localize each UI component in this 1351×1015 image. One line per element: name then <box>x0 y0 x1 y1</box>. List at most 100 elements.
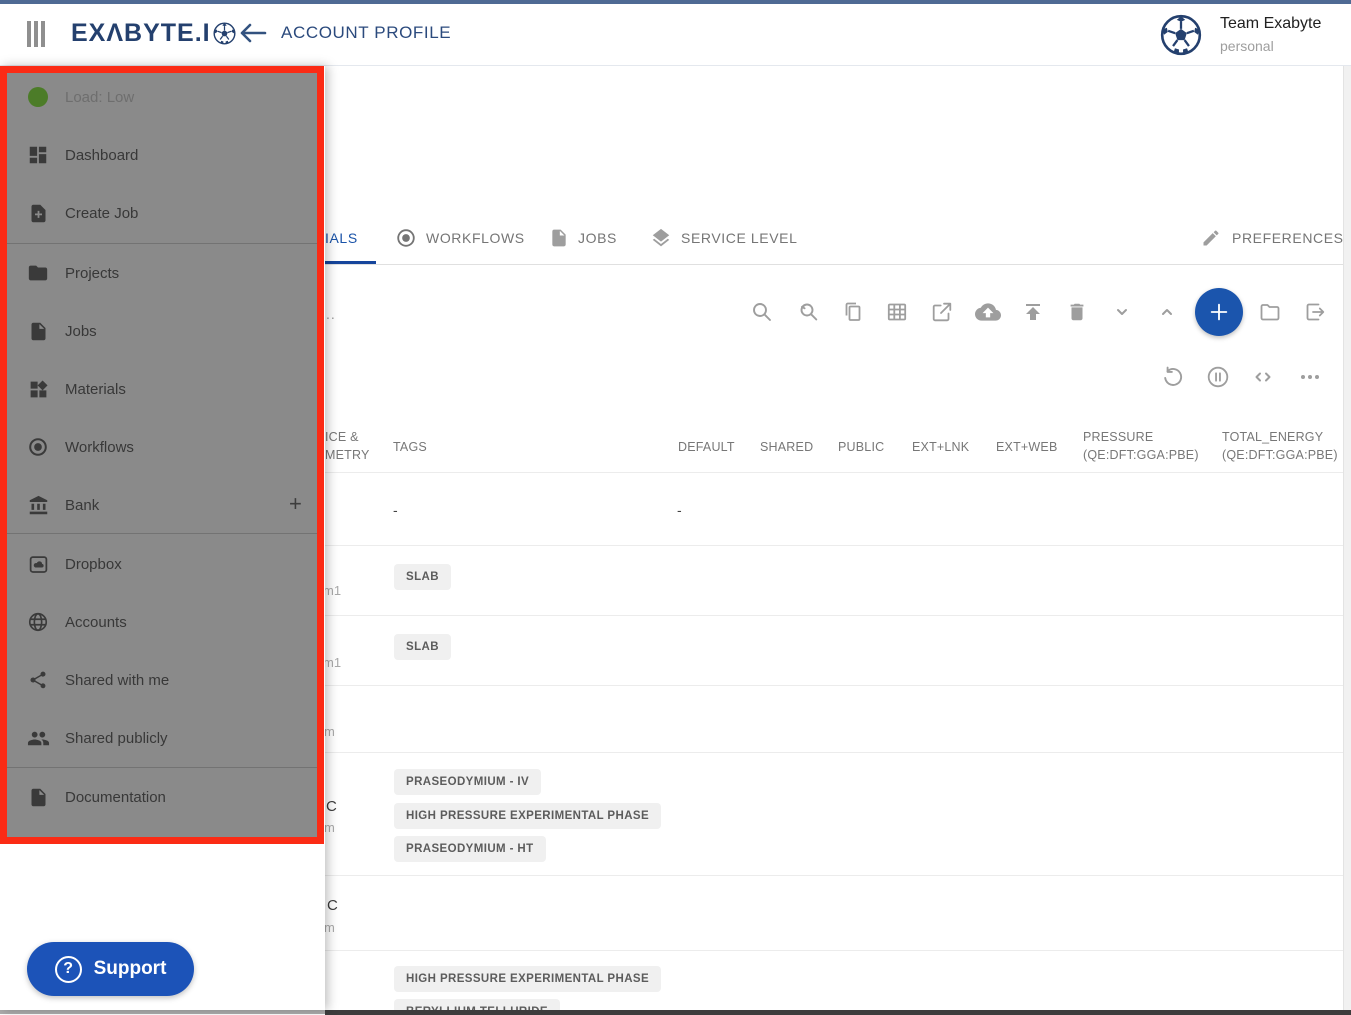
file-icon <box>26 319 50 343</box>
radio-checked-icon <box>26 435 50 459</box>
column-header-lattice[interactable]: ICE & METRY <box>325 428 370 464</box>
search-icon[interactable] <box>749 299 775 325</box>
dropbox-icon <box>26 552 50 576</box>
tab-service-level[interactable]: SERVICE LEVEL <box>650 227 798 249</box>
sidebar-item-workflows[interactable]: Workflows <box>0 427 324 467</box>
share-icon <box>26 668 50 692</box>
radio-checked-icon <box>395 227 417 249</box>
layers-icon <box>650 227 672 249</box>
column-header-public[interactable]: PUBLIC <box>838 438 884 456</box>
material-name-fragment: C <box>326 798 337 815</box>
row-divider <box>325 685 1343 686</box>
tag-chip[interactable]: SLAB <box>394 634 451 660</box>
sidebar-toggle-icon[interactable] <box>27 21 45 47</box>
add-button[interactable] <box>1195 288 1243 336</box>
search-text-fragment: .. <box>326 306 336 322</box>
tag-chip[interactable]: HIGH PRESSURE EXPERIMENTAL PHASE <box>394 966 661 992</box>
sidebar-item-projects[interactable]: Projects <box>0 253 324 293</box>
tab-materials-partial[interactable]: IALS <box>325 230 358 246</box>
team-name[interactable]: Team Exabyte <box>1220 15 1321 33</box>
row-divider <box>325 472 1343 473</box>
sidebar-item-label: Projects <box>65 265 119 282</box>
row-divider <box>325 545 1343 546</box>
sidebar-divider <box>0 243 324 244</box>
column-header-tags[interactable]: TAGS <box>393 438 427 456</box>
back-arrow-icon[interactable] <box>238 17 268 49</box>
column-header-ext-lnk[interactable]: EXT+LNK <box>912 438 969 456</box>
preferences-button[interactable]: PREFERENCES <box>1201 228 1344 248</box>
sidebar-item-jobs[interactable]: Jobs <box>0 311 324 351</box>
sidebar-item-label: Materials <box>65 381 126 398</box>
searched-for-icon[interactable] <box>795 299 821 325</box>
tab-label: SERVICE LEVEL <box>681 230 798 246</box>
row-divider <box>325 752 1343 753</box>
sidebar-item-accounts[interactable]: Accounts <box>0 602 324 642</box>
team-avatar[interactable] <box>1160 14 1202 56</box>
dashboard-icon <box>26 143 50 167</box>
sidebar-item-documentation[interactable]: Documentation <box>0 777 324 817</box>
tag-chip[interactable]: SLAB <box>394 564 451 590</box>
note-add-icon <box>26 201 50 225</box>
lattice-fragment: m <box>324 724 335 739</box>
pause-circle-icon[interactable] <box>1205 364 1231 390</box>
tag-chip[interactable]: PRASEODYMIUM - HT <box>394 836 546 862</box>
bottom-edge-left <box>0 1010 325 1014</box>
tab-label: WORKFLOWS <box>426 230 525 246</box>
column-header-shared[interactable]: SHARED <box>760 438 813 456</box>
tab-jobs[interactable]: JOBS <box>549 227 617 249</box>
tab-workflows[interactable]: WORKFLOWS <box>395 227 525 249</box>
chevron-down-icon[interactable] <box>1109 299 1135 325</box>
row-divider <box>325 615 1343 616</box>
sidebar-item-label: Create Job <box>65 205 138 222</box>
file-icon <box>549 227 569 249</box>
sidebar-item-materials[interactable]: Materials <box>0 369 324 409</box>
column-header-total-energy[interactable]: TOTAL_ENERGY (QE:DFT:GGA:PBE) <box>1222 428 1338 464</box>
page-title: ACCOUNT PROFILE <box>281 23 451 43</box>
bottom-edge-right <box>325 1010 1351 1015</box>
bank-add-button[interactable]: + <box>289 491 302 517</box>
exit-to-app-icon[interactable] <box>1302 299 1328 325</box>
people-icon <box>26 726 50 750</box>
globe-icon <box>26 610 50 634</box>
lattice-fragment: m <box>324 920 335 935</box>
open-in-new-icon[interactable] <box>929 299 955 325</box>
publish-icon[interactable] <box>1020 299 1046 325</box>
support-label: Support <box>94 958 167 980</box>
table-cell-default-empty: - <box>677 502 682 518</box>
column-header-pressure[interactable]: PRESSURE (QE:DFT:GGA:PBE) <box>1083 428 1199 464</box>
restore-icon[interactable] <box>1160 364 1186 390</box>
tag-chip[interactable]: HIGH PRESSURE EXPERIMENTAL PHASE <box>394 803 661 829</box>
column-header-default[interactable]: DEFAULT <box>678 438 735 456</box>
tabbar-divider <box>325 264 1343 265</box>
more-horizontal-icon[interactable] <box>1297 364 1323 390</box>
copy-icon[interactable] <box>840 299 866 325</box>
tag-chip[interactable]: PRASEODYMIUM - IV <box>394 769 541 795</box>
support-button[interactable]: ? Support <box>27 942 194 996</box>
scrollbar-track[interactable] <box>1343 66 1351 1015</box>
document-icon <box>26 785 50 809</box>
app-logo[interactable]: EXΛBYTE.I <box>71 17 236 49</box>
sidebar-item-shared-publicly[interactable]: Shared publicly <box>0 718 324 758</box>
lattice-fragment: m <box>324 820 335 835</box>
row-divider <box>325 950 1343 951</box>
column-header-ext-web[interactable]: EXT+WEB <box>996 438 1057 456</box>
sidebar-item-shared-with-me[interactable]: Shared with me <box>0 660 324 700</box>
help-icon: ? <box>55 956 82 983</box>
sidebar-item-label: Workflows <box>65 439 134 456</box>
table-view-icon[interactable] <box>884 299 910 325</box>
chevron-up-icon[interactable] <box>1154 299 1180 325</box>
team-role: personal <box>1220 38 1274 54</box>
sidebar-item-create-job[interactable]: Create Job <box>0 193 324 233</box>
sidebar-item-label: Accounts <box>65 614 127 631</box>
delete-icon[interactable] <box>1064 299 1090 325</box>
folder-icon <box>26 261 50 285</box>
sidebar-divider <box>0 767 324 768</box>
cloud-upload-icon[interactable] <box>975 299 1001 325</box>
sidebar-item-dashboard[interactable]: Dashboard <box>0 135 324 175</box>
sidebar-item-label: Documentation <box>65 789 166 806</box>
folder-icon[interactable] <box>1257 299 1283 325</box>
code-icon[interactable] <box>1250 364 1276 390</box>
sidebar-item-bank[interactable]: Bank <box>0 485 324 525</box>
sidebar-item-dropbox[interactable]: Dropbox <box>0 544 324 584</box>
lattice-fragment: m1 <box>323 583 341 598</box>
